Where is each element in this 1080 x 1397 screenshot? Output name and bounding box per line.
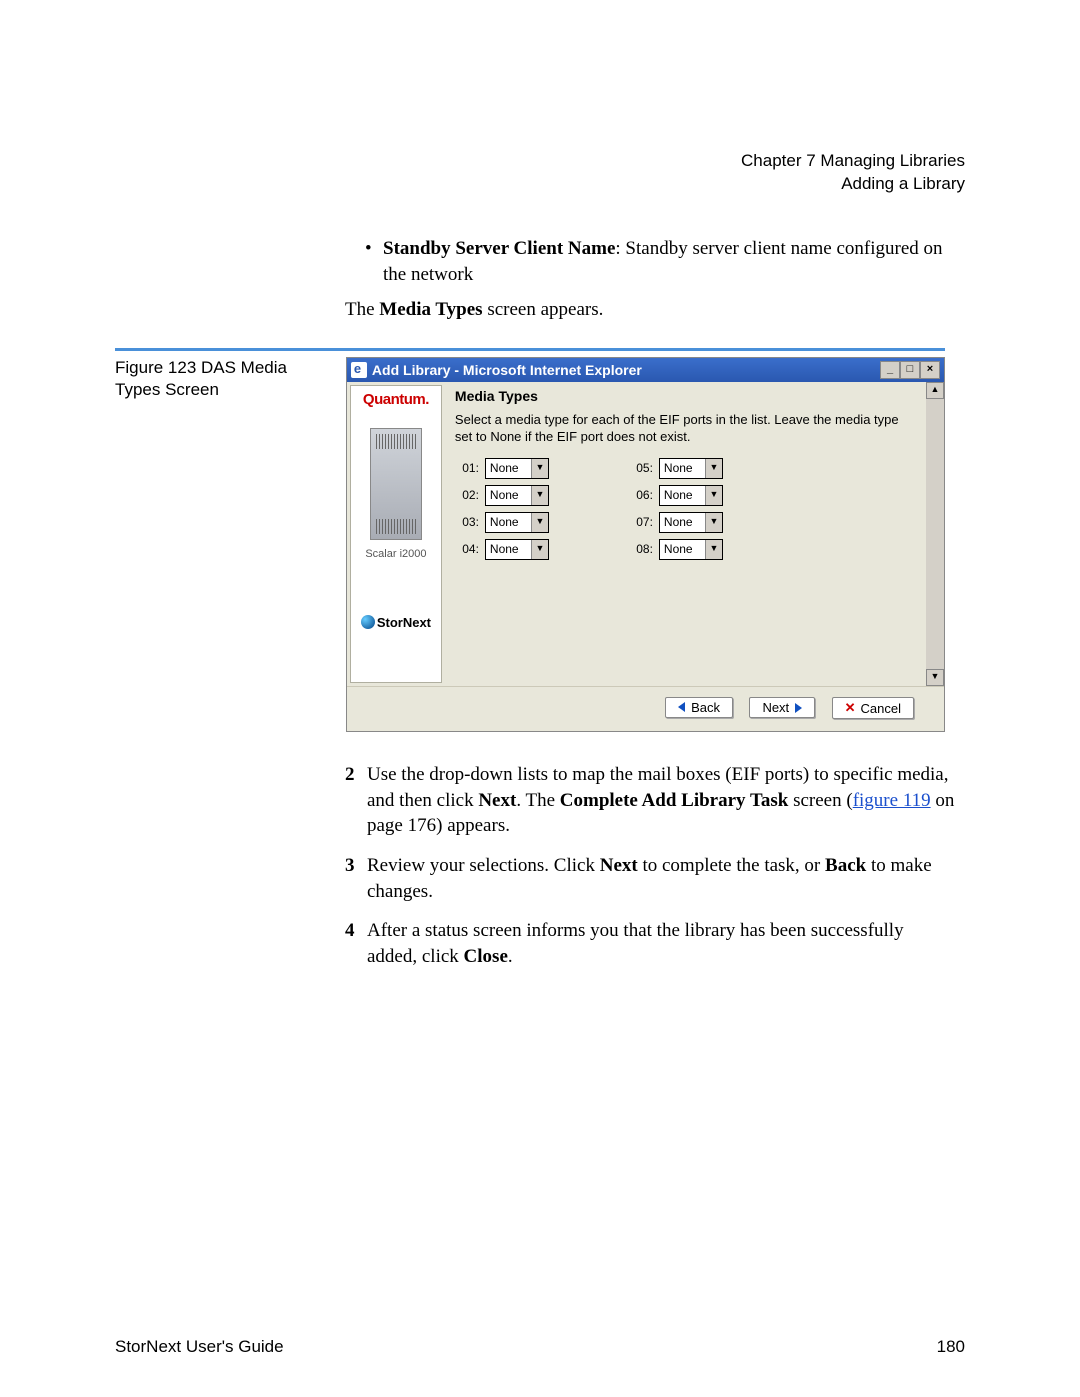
device-image [370,428,422,540]
port-label: 06: [629,488,653,502]
chevron-down-icon: ▼ [705,486,722,505]
figure-119-link[interactable]: figure 119 [853,790,931,811]
next-button[interactable]: Next [749,697,815,718]
wizard-sidebar: Quantum. Scalar i2000 StorNext [350,385,442,683]
port-row: 03: None ▼ [455,512,549,533]
port-row: 07: None ▼ [629,512,723,533]
window-titlebar: Add Library - Microsoft Internet Explore… [347,358,944,382]
media-type-select[interactable]: None ▼ [485,539,549,560]
globe-icon [361,615,375,629]
x-icon: ✕ [845,700,856,716]
port-label: 08: [629,542,653,556]
intro-line: The Media Types screen appears. [345,297,955,323]
step-3: 3 Review your selections. Click Next to … [345,853,955,904]
media-type-select[interactable]: None ▼ [659,485,723,506]
panel-instructions: Select a media type for each of the EIF … [455,412,916,446]
port-label: 01: [455,461,479,475]
bullet-item: • Standby Server Client Name: Standby se… [365,236,955,287]
page-number: 180 [937,1337,965,1357]
port-row: 06: None ▼ [629,485,723,506]
chevron-down-icon: ▼ [705,540,722,559]
bullet-lead: Standby Server Client Name [383,238,615,259]
chevron-down-icon: ▼ [705,513,722,532]
port-label: 07: [629,515,653,529]
triangle-left-icon [678,702,685,712]
port-label: 02: [455,488,479,502]
maximize-button[interactable]: □ [900,361,920,379]
chevron-down-icon: ▼ [531,486,548,505]
wizard-footer: Back Next ✕ Cancel [347,686,944,732]
minimize-button[interactable]: _ [880,361,900,379]
port-label: 04: [455,542,479,556]
scroll-up-button[interactable]: ▲ [926,382,944,399]
media-type-select[interactable]: None ▼ [659,539,723,560]
screenshot-window: Add Library - Microsoft Internet Explore… [346,357,945,732]
media-type-select[interactable]: None ▼ [659,512,723,533]
media-type-select[interactable]: None ▼ [485,458,549,479]
media-type-select[interactable]: None ▼ [659,458,723,479]
chevron-down-icon: ▼ [705,459,722,478]
chevron-down-icon: ▼ [531,513,548,532]
back-button[interactable]: Back [665,697,733,718]
chevron-down-icon: ▼ [531,459,548,478]
footer-left: StorNext User's Guide [115,1337,284,1357]
port-row: 08: None ▼ [629,539,723,560]
port-row: 04: None ▼ [455,539,549,560]
device-label: Scalar i2000 [351,548,441,560]
section-label: Adding a Library [115,173,965,196]
stornext-logo: StorNext [351,615,441,630]
port-row: 01: None ▼ [455,458,549,479]
step-4: 4 After a status screen informs you that… [345,918,955,969]
ie-icon [351,362,367,378]
page-header: Chapter 7 Managing Libraries Adding a Li… [115,150,965,196]
port-row: 02: None ▼ [455,485,549,506]
chevron-down-icon: ▼ [531,540,548,559]
panel-heading: Media Types [455,388,916,404]
quantum-logo: Quantum. [351,391,441,408]
figure-caption: Figure 123 DAS Media Types Screen [115,357,346,732]
cancel-button[interactable]: ✕ Cancel [832,697,914,719]
close-button[interactable]: × [920,361,940,379]
window-title: Add Library - Microsoft Internet Explore… [372,362,642,378]
triangle-right-icon [795,703,802,713]
media-type-select[interactable]: None ▼ [485,512,549,533]
media-type-select[interactable]: None ▼ [485,485,549,506]
page-footer: StorNext User's Guide 180 [115,1337,965,1357]
port-row: 05: None ▼ [629,458,723,479]
port-label: 05: [629,461,653,475]
port-label: 03: [455,515,479,529]
chapter-label: Chapter 7 Managing Libraries [115,150,965,173]
step-2: 2 Use the drop-down lists to map the mai… [345,762,955,839]
scroll-down-button[interactable]: ▼ [926,669,944,686]
